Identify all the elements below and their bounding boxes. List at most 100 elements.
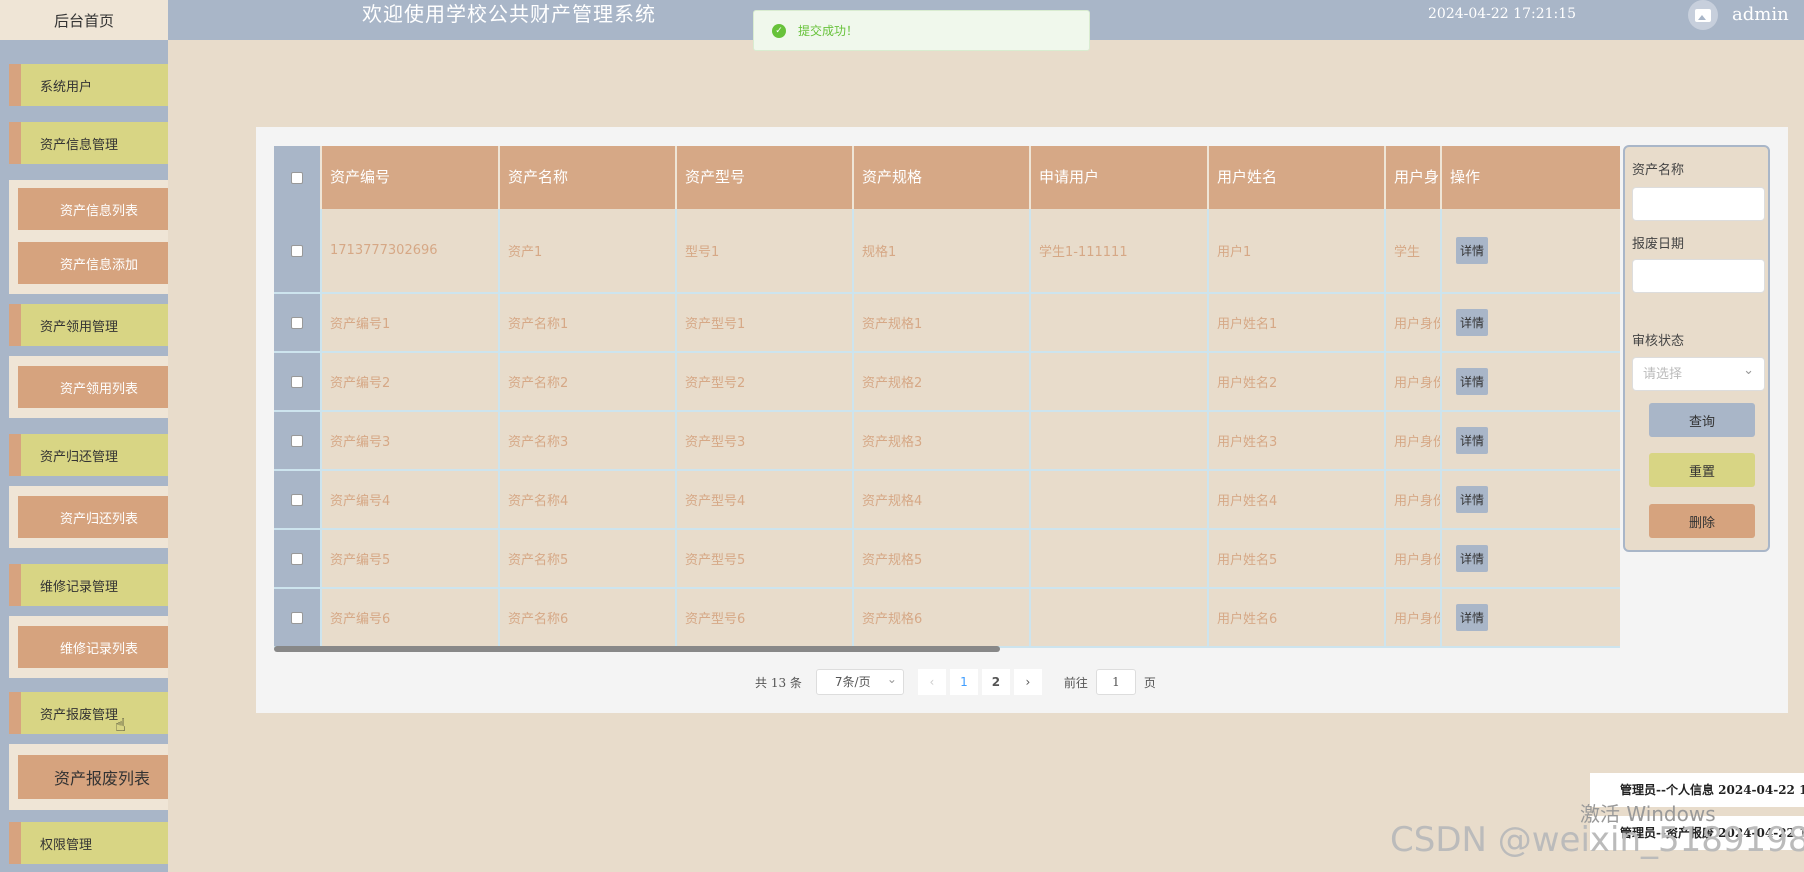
table-cell: 用户身份 <box>1386 471 1442 528</box>
detail-button[interactable]: 详情 <box>1456 427 1489 454</box>
detail-button[interactable]: 详情 <box>1456 237 1489 264</box>
select-all-checkbox[interactable] <box>274 146 322 209</box>
table-cell: 学生1-111111 <box>1031 209 1209 292</box>
detail-button[interactable]: 详情 <box>1456 368 1489 395</box>
avatar[interactable] <box>1688 0 1718 30</box>
page-2-button[interactable]: 2 <box>981 669 1010 695</box>
detail-button[interactable]: 详情 <box>1456 486 1489 513</box>
table-cell: 用户姓名6 <box>1209 589 1386 646</box>
table-cell: 资产型号4 <box>677 471 854 528</box>
column-header: 用户姓名 <box>1209 146 1386 209</box>
sidebar-item-asset-return[interactable]: 资产归还管理 <box>9 434 168 476</box>
row-checkbox[interactable] <box>274 530 322 587</box>
submenu-asset-scrap: 资产报废列表 <box>9 744 168 810</box>
asset-name-input[interactable] <box>1632 187 1765 221</box>
page-1-button[interactable]: 1 <box>949 669 978 695</box>
table-cell: 用户身份 <box>1386 353 1442 410</box>
detail-button[interactable]: 详情 <box>1456 545 1489 572</box>
action-cell: 详情 <box>1442 530 1620 587</box>
table-cell: 资产名称6 <box>500 589 677 646</box>
page-jump: 前往 1 页 <box>1064 669 1156 695</box>
column-header: 资产编号 <box>322 146 500 209</box>
home-link[interactable]: 后台首页 <box>0 0 168 40</box>
action-cell: 详情 <box>1442 412 1620 469</box>
table-row: 资产编号4 资产名称4 资产型号4 资产规格4 用户姓名4 用户身份 详情 <box>274 471 1620 530</box>
audit-status-select[interactable]: 请选择 <box>1632 354 1765 391</box>
user-name[interactable]: admin <box>1732 4 1789 25</box>
sidebar-item-system-users[interactable]: 系统用户 <box>9 64 168 106</box>
table-cell: 资产规格5 <box>854 530 1031 587</box>
row-checkbox[interactable] <box>274 412 322 469</box>
sidebar-item-repair[interactable]: 维修记录管理 <box>9 564 168 606</box>
checkbox-icon <box>291 552 303 565</box>
sidebar-item-asset-info[interactable]: 资产信息管理 <box>9 122 168 164</box>
table-cell <box>1031 530 1209 587</box>
app-title: 欢迎使用学校公共财产管理系统 <box>362 2 656 26</box>
sidebar-item-label: 资产信息列表 <box>60 203 139 219</box>
table-cell <box>1031 471 1209 528</box>
filter-panel: 资产名称 报废日期 审核状态 请选择 查询 重置 删除 <box>1623 145 1770 552</box>
sidebar-item-repair-list[interactable]: 维修记录列表 <box>18 626 168 668</box>
page-jump-input[interactable]: 1 <box>1095 669 1136 695</box>
submenu-asset-info: 资产信息列表 资产信息添加 <box>9 180 168 294</box>
sidebar-item-return-list[interactable]: 资产归还列表 <box>18 496 168 538</box>
row-checkbox[interactable] <box>274 209 322 292</box>
sidebar-item-label: 资产信息添加 <box>60 257 139 273</box>
search-button[interactable]: 查询 <box>1649 403 1755 437</box>
table-row: 1713777302696 资产1 型号1 规格1 学生1-111111 用户1 学生 详情 <box>274 209 1620 294</box>
table-cell: 资产型号2 <box>677 353 854 410</box>
row-checkbox[interactable] <box>274 589 322 646</box>
sidebar-item-scrap-list[interactable]: 资产报废列表 <box>18 755 168 799</box>
reset-button[interactable]: 重置 <box>1649 453 1755 487</box>
jump-suffix: 页 <box>1143 675 1156 690</box>
sidebar: 系统用户 资产信息管理 资产信息列表 资产信息添加 资产领用管理 资产领用列表 … <box>0 40 168 872</box>
table-cell: 资产规格4 <box>854 471 1031 528</box>
sidebar-item-asset-list[interactable]: 资产信息列表 <box>18 188 168 230</box>
sidebar-item-asset-scrap[interactable]: 资产报废管理 <box>9 692 168 734</box>
scrap-date-input[interactable] <box>1632 259 1765 293</box>
table-cell: 资产编号5 <box>322 530 500 587</box>
table-cell: 资产编号1 <box>322 294 500 351</box>
table-cell: 资产规格1 <box>854 294 1031 351</box>
table-cell: 用户姓名1 <box>1209 294 1386 351</box>
table-cell: 资产规格6 <box>854 589 1031 646</box>
table-cell: 1713777302696 <box>322 209 500 292</box>
sidebar-item-asset-usage[interactable]: 资产领用管理 <box>9 304 168 346</box>
table-header: 资产编号 资产名称 资产型号 资产规格 申请用户 用户姓名 用户身 操作 <box>274 146 1620 209</box>
table-row: 资产编号1 资产名称1 资产型号1 资产规格1 用户姓名1 用户身份 详情 <box>274 294 1620 353</box>
table-cell: 资产规格2 <box>854 353 1031 410</box>
action-cell: 详情 <box>1442 589 1620 646</box>
table-cell: 资产型号1 <box>677 294 854 351</box>
sidebar-item-usage-list[interactable]: 资产领用列表 <box>18 366 168 408</box>
checkbox-icon <box>291 611 303 624</box>
column-header: 资产名称 <box>500 146 677 209</box>
horizontal-scrollbar[interactable] <box>274 646 1000 652</box>
next-page-button[interactable]: › <box>1013 669 1042 695</box>
table-cell: 用户身份 <box>1386 294 1442 351</box>
sidebar-item-asset-add[interactable]: 资产信息添加 <box>18 242 168 284</box>
checkbox-icon <box>291 434 303 447</box>
row-checkbox[interactable] <box>274 353 322 410</box>
detail-button[interactable]: 详情 <box>1456 604 1489 631</box>
column-header: 申请用户 <box>1031 146 1209 209</box>
table-cell: 用户1 <box>1209 209 1386 292</box>
table-cell: 资产型号3 <box>677 412 854 469</box>
row-checkbox[interactable] <box>274 294 322 351</box>
jump-prefix: 前往 <box>1063 675 1088 690</box>
checkbox-icon <box>291 316 303 329</box>
delete-button[interactable]: 删除 <box>1649 504 1755 538</box>
sidebar-item-label: 资产归还管理 <box>40 449 119 465</box>
page-size-select[interactable]: 7条/页 <box>815 667 904 695</box>
chevron-right-icon: › <box>1025 675 1031 689</box>
row-checkbox[interactable] <box>274 471 322 528</box>
sidebar-item-permissions[interactable]: 权限管理 <box>9 822 168 864</box>
column-header: 资产型号 <box>677 146 854 209</box>
checkbox-icon <box>291 375 303 388</box>
submenu-repair: 维修记录列表 <box>9 616 168 678</box>
sidebar-item-label: 资产领用管理 <box>40 319 119 335</box>
image-icon <box>1695 8 1711 22</box>
prev-page-button[interactable]: ‹ <box>917 669 946 695</box>
table-cell <box>1031 294 1209 351</box>
detail-button[interactable]: 详情 <box>1456 309 1489 336</box>
csdn-watermark: CSDN @weixin_51891987 <box>1390 820 1804 860</box>
